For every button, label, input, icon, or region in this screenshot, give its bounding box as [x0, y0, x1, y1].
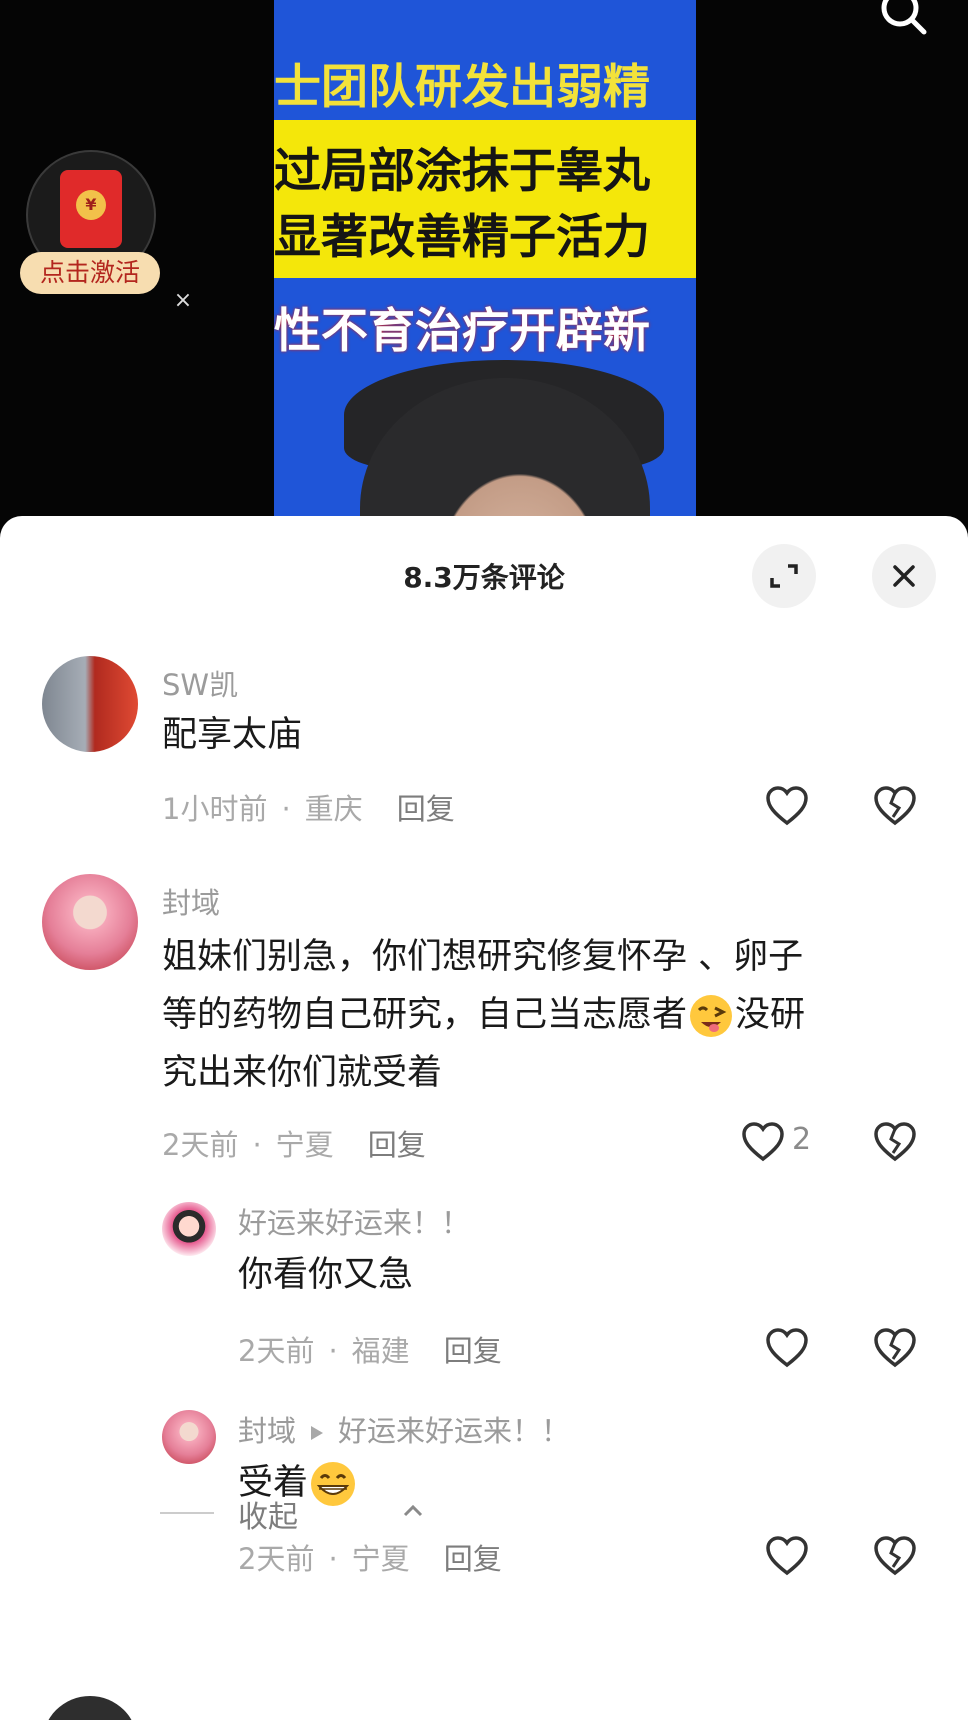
heart-icon: [766, 1328, 808, 1368]
grinning-emoji-icon: [311, 1462, 356, 1506]
comments-count-title: 8.3万条评论: [403, 561, 565, 594]
red-packet-activate-label[interactable]: 点击激活: [20, 252, 160, 294]
broken-heart-icon: [874, 1122, 916, 1162]
comment-username[interactable]: SW凯: [162, 662, 238, 704]
reply-text: 你看你又急: [238, 1255, 414, 1295]
dislike-button[interactable]: [872, 1534, 918, 1580]
red-packet-widget[interactable]: ¥ 点击激活 ×: [20, 150, 192, 312]
collapse-divider: [160, 1512, 214, 1514]
expand-button[interactable]: [752, 544, 816, 608]
broken-heart-icon: [874, 1536, 916, 1576]
reply-button[interactable]: 回复: [444, 1542, 502, 1576]
comment-text: 姐妹们别急，你们想研究修复怀孕 、卵子 等的药物自己研究，自己当志愿者 没研 究出…: [162, 928, 922, 1102]
avatar[interactable]: [42, 1696, 138, 1720]
broken-heart-icon: [874, 1328, 916, 1368]
close-icon: [893, 565, 915, 587]
comment-text-line: 姐妹们别急，你们想研究修复怀孕 、卵子: [162, 937, 804, 977]
comments-sheet: 8.3万条评论 SW凯 配享太庙 1小时前 · 重庆 回复 封域 姐妹们别急，你们想研…: [0, 516, 968, 1720]
comment-meta: 1小时前 · 重庆 回复: [162, 786, 455, 828]
reply-meta: 2天前 · 福建 回复: [238, 1328, 502, 1370]
like-button[interactable]: [764, 1326, 810, 1372]
reply-time: 2天前: [238, 1334, 315, 1368]
comment-time: 1小时前: [162, 792, 268, 826]
comment-text: 配享太庙: [162, 715, 303, 755]
coin-icon: ¥: [76, 190, 106, 220]
avatar[interactable]: [162, 1202, 216, 1256]
like-count: 2: [792, 1122, 812, 1157]
avatar[interactable]: [42, 874, 138, 970]
reply-button[interactable]: 回复: [368, 1128, 426, 1162]
reply-to-username[interactable]: 好运来好运来！！: [338, 1414, 570, 1448]
separator-dot: ·: [252, 1128, 262, 1162]
reply-time: 2天前: [238, 1542, 315, 1576]
reply-arrow-icon: [311, 1426, 324, 1440]
reply-button[interactable]: 回复: [444, 1334, 502, 1368]
comment-location: 宁夏: [275, 1128, 334, 1162]
expand-icon: [770, 564, 798, 588]
like-button[interactable]: [764, 1534, 810, 1580]
search-button[interactable]: [874, 0, 934, 36]
separator-dot: ·: [328, 1542, 338, 1576]
comment-location: 重庆: [304, 792, 363, 826]
reply-button[interactable]: 回复: [397, 792, 455, 826]
dislike-button[interactable]: [872, 784, 918, 830]
comment-text-line: 等的药物自己研究，自己当志愿者 没研: [162, 986, 922, 1044]
comment-time: 2天前: [162, 1128, 239, 1162]
video-caption-4: 性不育治疗开辟新: [274, 304, 650, 359]
winking-tongue-emoji-icon: [690, 995, 733, 1037]
reply-location: 宁夏: [351, 1542, 410, 1576]
comment-username[interactable]: 封域: [162, 880, 220, 922]
like-button[interactable]: [740, 1120, 786, 1166]
video-caption-2: 过局部涂抹于睾丸: [274, 144, 650, 199]
chevron-up-icon: [403, 1504, 423, 1517]
like-button[interactable]: [764, 784, 810, 830]
close-comments-button[interactable]: [872, 544, 936, 608]
comment-text-line: 究出来你们就受着: [162, 1053, 443, 1093]
avatar[interactable]: [162, 1410, 216, 1464]
dislike-button[interactable]: [872, 1120, 918, 1166]
reply-username[interactable]: 好运来好运来！！: [238, 1200, 470, 1242]
reply-meta: 2天前 · 宁夏 回复: [238, 1536, 502, 1578]
avatar[interactable]: [42, 656, 138, 752]
video-player[interactable]: 士团队研发出弱精 过局部涂抹于睾丸 显著改善精子活力 性不育治疗开辟新 ¥ 点击…: [0, 0, 968, 540]
dislike-button[interactable]: [872, 1326, 918, 1372]
heart-icon: [766, 786, 808, 826]
separator-dot: ·: [328, 1334, 338, 1368]
heart-icon: [742, 1122, 784, 1162]
separator-dot: ·: [281, 792, 291, 826]
video-caption-1: 士团队研发出弱精: [274, 60, 650, 115]
video-frame: 士团队研发出弱精 过局部涂抹于睾丸 显著改善精子活力 性不育治疗开辟新: [274, 0, 696, 520]
search-icon: [881, 0, 927, 35]
video-caption-3: 显著改善精子活力: [274, 210, 650, 265]
reply-location: 福建: [351, 1334, 410, 1368]
reply-header: 封域 好运来好运来！！: [238, 1408, 570, 1450]
broken-heart-icon: [874, 786, 916, 826]
red-packet-close-icon[interactable]: ×: [172, 290, 194, 312]
collapse-label: 收起: [238, 1500, 298, 1535]
heart-icon: [766, 1536, 808, 1576]
comment-meta: 2天前 · 宁夏 回复: [162, 1122, 426, 1164]
reply-username[interactable]: 封域: [238, 1414, 296, 1448]
